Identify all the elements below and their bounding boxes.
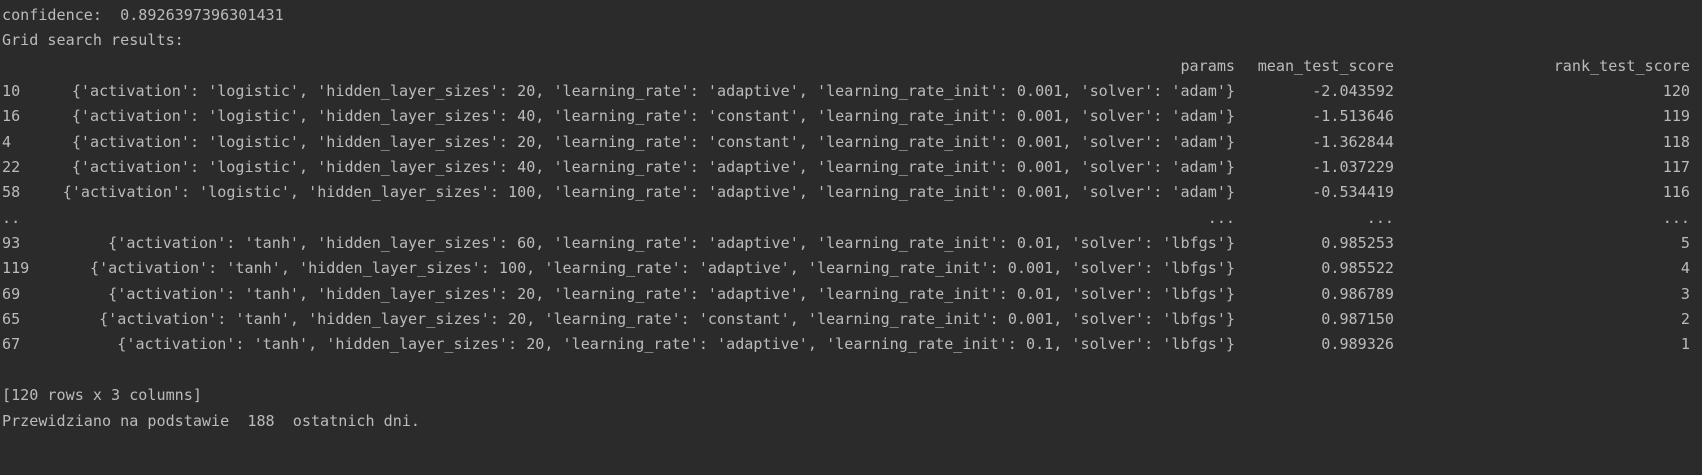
row-params: {'activation': 'logistic', 'hidden_layer… (71, 107, 1235, 125)
row-rank-test-score: 117 (1662, 158, 1690, 176)
row-rank-test-score: 5 (1680, 234, 1690, 252)
header-params: params (1180, 57, 1235, 75)
row-rank-test-score: 4 (1680, 259, 1690, 277)
row-rank-test-score: 119 (1662, 107, 1690, 125)
row-params: {'activation': 'tanh', 'hidden_layer_siz… (108, 234, 1235, 252)
row-index: 22 (2, 158, 21, 176)
row-rank-test-score: 2 (1680, 310, 1690, 328)
row-index: .. (2, 209, 21, 227)
row-index: 119 (2, 259, 30, 277)
row-mean-test-score: -1.037229 (1312, 158, 1394, 176)
confidence-line: confidence: 0.8926397396301431 (2, 6, 284, 24)
row-index: 69 (2, 285, 21, 303)
row-rank-test-score: 1 (1680, 335, 1690, 353)
row-rank-test-score: ... (1662, 209, 1690, 227)
row-index: 67 (2, 335, 21, 353)
row-params: {'activation': 'logistic', 'hidden_layer… (62, 183, 1235, 201)
row-mean-test-score: -2.043592 (1312, 82, 1394, 100)
row-params: {'activation': 'tanh', 'hidden_layer_siz… (108, 285, 1235, 303)
row-index: 4 (2, 133, 12, 151)
row-params: {'activation': 'logistic', 'hidden_layer… (71, 133, 1235, 151)
row-index: 65 (2, 310, 21, 328)
row-mean-test-score: -1.362844 (1312, 133, 1394, 151)
row-params: ... (1207, 209, 1235, 227)
row-index: 10 (2, 82, 21, 100)
row-params: {'activation': 'logistic', 'hidden_layer… (71, 158, 1235, 176)
table-shape-line: [120 rows x 3 columns] (2, 386, 202, 404)
row-rank-test-score: 3 (1680, 285, 1690, 303)
row-mean-test-score: 0.986789 (1321, 285, 1394, 303)
row-params: {'activation': 'tanh', 'hidden_layer_siz… (117, 335, 1235, 353)
row-mean-test-score: 0.985253 (1321, 234, 1394, 252)
row-mean-test-score: -0.534419 (1312, 183, 1394, 201)
row-index: 58 (2, 183, 21, 201)
row-rank-test-score: 120 (1662, 82, 1690, 100)
row-params: {'activation': 'tanh', 'hidden_layer_siz… (90, 259, 1235, 277)
row-index: 93 (2, 234, 21, 252)
row-mean-test-score: ... (1366, 209, 1394, 227)
console-output: confidence: 0.8926397396301431 Grid sear… (0, 0, 1702, 475)
row-rank-test-score: 118 (1662, 133, 1690, 151)
grid-search-title: Grid search results: (2, 31, 184, 49)
row-mean-test-score: 0.989326 (1321, 335, 1394, 353)
row-mean-test-score: 0.987150 (1321, 310, 1394, 328)
row-params: {'activation': 'logistic', 'hidden_layer… (71, 82, 1235, 100)
row-index: 16 (2, 107, 21, 125)
header-mean-test-score: mean_test_score (1257, 57, 1394, 75)
row-mean-test-score: 0.985522 (1321, 259, 1394, 277)
row-rank-test-score: 116 (1662, 183, 1690, 201)
prediction-line: Przewidziano na podstawie 188 ostatnich … (2, 412, 421, 430)
row-mean-test-score: -1.513646 (1312, 107, 1394, 125)
row-params: {'activation': 'tanh', 'hidden_layer_siz… (99, 310, 1235, 328)
header-rank-test-score: rank_test_score (1553, 57, 1690, 75)
